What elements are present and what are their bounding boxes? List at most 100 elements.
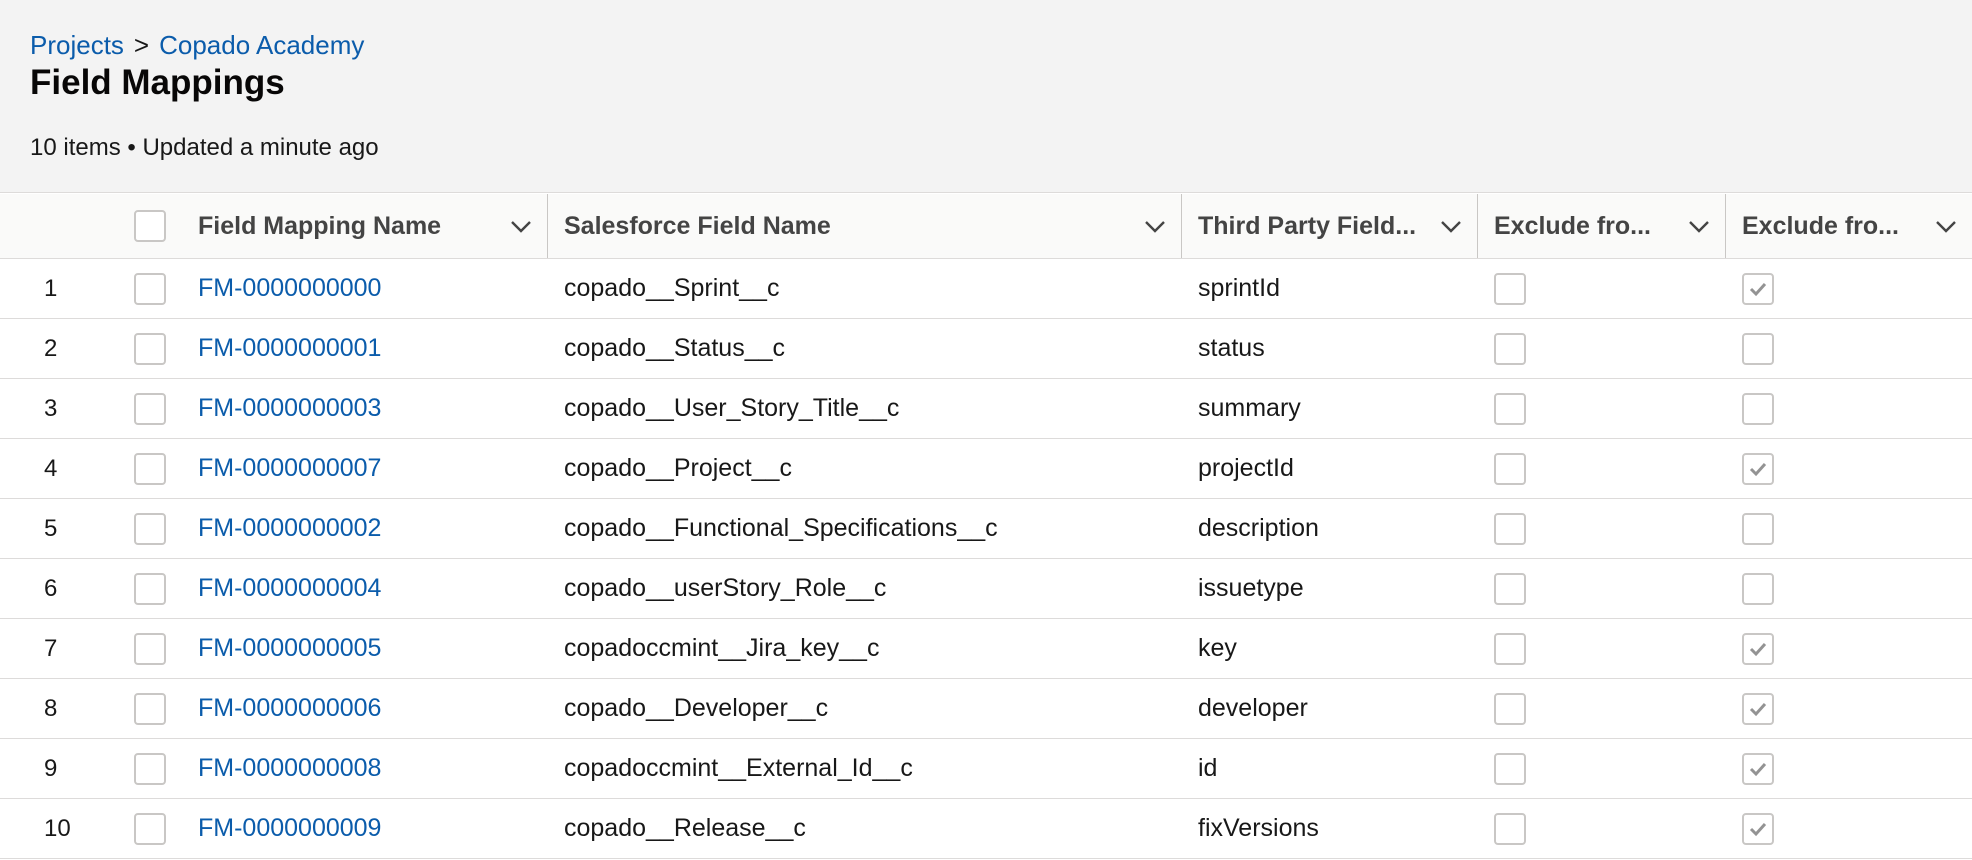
salesforce-field-name: copado__Project__c bbox=[564, 454, 792, 482]
page-header: Projects > Copado Academy Field Mappings 1… bbox=[0, 0, 1972, 193]
row-number: 10 bbox=[44, 814, 71, 842]
column-label: Exclude fro... bbox=[1494, 211, 1651, 240]
field-mapping-link[interactable]: FM-0000000009 bbox=[198, 814, 381, 843]
salesforce-field-name: copado__User_Story_Title__c bbox=[564, 394, 900, 422]
exclude-checkbox-2 bbox=[1742, 692, 1774, 725]
column-label: Salesforce Field Name bbox=[564, 211, 831, 240]
row-select-checkbox[interactable] bbox=[134, 752, 166, 785]
salesforce-field-name: copado__Release__c bbox=[564, 814, 806, 842]
third-party-field-name: id bbox=[1198, 754, 1218, 782]
table-body: 1 FM-0000000000 copado__Sprint__c sprint… bbox=[0, 259, 1972, 859]
column-header-field-mapping-name[interactable]: Field Mapping Name bbox=[194, 194, 548, 258]
exclude-checkbox-1 bbox=[1494, 692, 1526, 725]
third-party-field-name: issuetype bbox=[1198, 574, 1304, 602]
exclude-checkbox-2 bbox=[1742, 332, 1774, 365]
row-select-checkbox[interactable] bbox=[134, 452, 166, 485]
field-mapping-link[interactable]: FM-0000000004 bbox=[198, 574, 381, 603]
chevron-down-icon[interactable] bbox=[509, 214, 533, 238]
table-row: 9 FM-0000000008 copadoccmint__External_I… bbox=[0, 739, 1972, 799]
salesforce-field-name: copado__userStory_Role__c bbox=[564, 574, 887, 602]
breadcrumb-projects-link[interactable]: Projects bbox=[30, 30, 124, 60]
column-header-exclude-1[interactable]: Exclude fro... bbox=[1478, 194, 1726, 258]
breadcrumb-project-link[interactable]: Copado Academy bbox=[159, 30, 364, 60]
table-row: 5 FM-0000000002 copado__Functional_Speci… bbox=[0, 499, 1972, 559]
chevron-down-icon[interactable] bbox=[1934, 214, 1958, 238]
row-select-checkbox[interactable] bbox=[134, 572, 166, 605]
exclude-checkbox-2 bbox=[1742, 452, 1774, 485]
third-party-field-name: status bbox=[1198, 334, 1265, 362]
exclude-checkbox-1 bbox=[1494, 512, 1526, 545]
exclude-checkbox-2 bbox=[1742, 512, 1774, 545]
third-party-field-name: sprintId bbox=[1198, 274, 1280, 302]
row-select-checkbox[interactable] bbox=[134, 332, 166, 365]
table-header-row: Field Mapping Name Salesforce Field Name… bbox=[0, 194, 1972, 259]
row-number: 3 bbox=[44, 394, 58, 422]
exclude-checkbox-2 bbox=[1742, 392, 1774, 425]
field-mapping-link[interactable]: FM-0000000001 bbox=[198, 334, 381, 363]
row-number: 2 bbox=[44, 334, 58, 362]
select-all-checkbox[interactable] bbox=[134, 210, 166, 242]
third-party-field-name: projectId bbox=[1198, 454, 1294, 482]
column-header-exclude-2[interactable]: Exclude fro... bbox=[1726, 194, 1972, 258]
field-mapping-link[interactable]: FM-0000000000 bbox=[198, 274, 381, 303]
list-meta-info: 10 items • Updated a minute ago bbox=[30, 134, 379, 161]
field-mapping-link[interactable]: FM-0000000006 bbox=[198, 694, 381, 723]
salesforce-field-name: copado__Sprint__c bbox=[564, 274, 780, 302]
row-number: 1 bbox=[44, 274, 58, 302]
exclude-checkbox-2 bbox=[1742, 632, 1774, 665]
field-mapping-link[interactable]: FM-0000000005 bbox=[198, 634, 381, 663]
row-number: 6 bbox=[44, 574, 58, 602]
exclude-checkbox-1 bbox=[1494, 392, 1526, 425]
field-mapping-link[interactable]: FM-0000000002 bbox=[198, 514, 381, 543]
third-party-field-name: fixVersions bbox=[1198, 814, 1319, 842]
table-row: 1 FM-0000000000 copado__Sprint__c sprint… bbox=[0, 259, 1972, 319]
exclude-checkbox-2 bbox=[1742, 812, 1774, 845]
exclude-checkbox-1 bbox=[1494, 632, 1526, 665]
exclude-checkbox-1 bbox=[1494, 752, 1526, 785]
chevron-down-icon[interactable] bbox=[1439, 214, 1463, 238]
exclude-checkbox-1 bbox=[1494, 272, 1526, 305]
exclude-checkbox-1 bbox=[1494, 332, 1526, 365]
salesforce-field-name: copado__Status__c bbox=[564, 334, 786, 362]
table-row: 6 FM-0000000004 copado__userStory_Role__… bbox=[0, 559, 1972, 619]
third-party-field-name: description bbox=[1198, 514, 1319, 542]
table-row: 7 FM-0000000005 copadoccmint__Jira_key__… bbox=[0, 619, 1972, 679]
row-number: 5 bbox=[44, 514, 58, 542]
table-row: 4 FM-0000000007 copado__Project__c proje… bbox=[0, 439, 1972, 499]
breadcrumb: Projects > Copado Academy bbox=[30, 28, 1972, 62]
field-mapping-link[interactable]: FM-0000000007 bbox=[198, 454, 381, 483]
third-party-field-name: developer bbox=[1198, 694, 1308, 722]
salesforce-field-name: copado__Functional_Specifications__c bbox=[564, 514, 998, 542]
table-row: 10 FM-0000000009 copado__Release__c fixV… bbox=[0, 799, 1972, 859]
row-select-checkbox[interactable] bbox=[134, 692, 166, 725]
row-select-checkbox[interactable] bbox=[134, 812, 166, 845]
table-row: 8 FM-0000000006 copado__Developer__c dev… bbox=[0, 679, 1972, 739]
column-label: Exclude fro... bbox=[1742, 211, 1899, 240]
row-number: 7 bbox=[44, 634, 58, 662]
chevron-down-icon[interactable] bbox=[1143, 214, 1167, 238]
third-party-field-name: key bbox=[1198, 634, 1237, 662]
exclude-checkbox-2 bbox=[1742, 572, 1774, 605]
salesforce-field-name: copadoccmint__External_Id__c bbox=[564, 754, 913, 782]
field-mapping-link[interactable]: FM-0000000003 bbox=[198, 394, 381, 423]
row-number: 9 bbox=[44, 754, 58, 782]
row-select-checkbox[interactable] bbox=[134, 632, 166, 665]
page-title: Field Mappings bbox=[30, 63, 285, 102]
column-header-third-party-field[interactable]: Third Party Field... bbox=[1182, 194, 1478, 258]
field-mapping-link[interactable]: FM-0000000008 bbox=[198, 754, 381, 783]
exclude-checkbox-2 bbox=[1742, 272, 1774, 305]
row-select-checkbox[interactable] bbox=[134, 272, 166, 305]
third-party-field-name: summary bbox=[1198, 394, 1301, 422]
exclude-checkbox-2 bbox=[1742, 752, 1774, 785]
row-select-checkbox[interactable] bbox=[134, 512, 166, 545]
row-number: 8 bbox=[44, 694, 58, 722]
exclude-checkbox-1 bbox=[1494, 812, 1526, 845]
row-number-header bbox=[0, 194, 112, 258]
column-header-salesforce-field-name[interactable]: Salesforce Field Name bbox=[548, 194, 1182, 258]
table-row: 2 FM-0000000001 copado__Status__c status bbox=[0, 319, 1972, 379]
row-number: 4 bbox=[44, 454, 58, 482]
row-select-checkbox[interactable] bbox=[134, 392, 166, 425]
chevron-down-icon[interactable] bbox=[1687, 214, 1711, 238]
exclude-checkbox-1 bbox=[1494, 452, 1526, 485]
breadcrumb-separator: > bbox=[133, 30, 150, 60]
